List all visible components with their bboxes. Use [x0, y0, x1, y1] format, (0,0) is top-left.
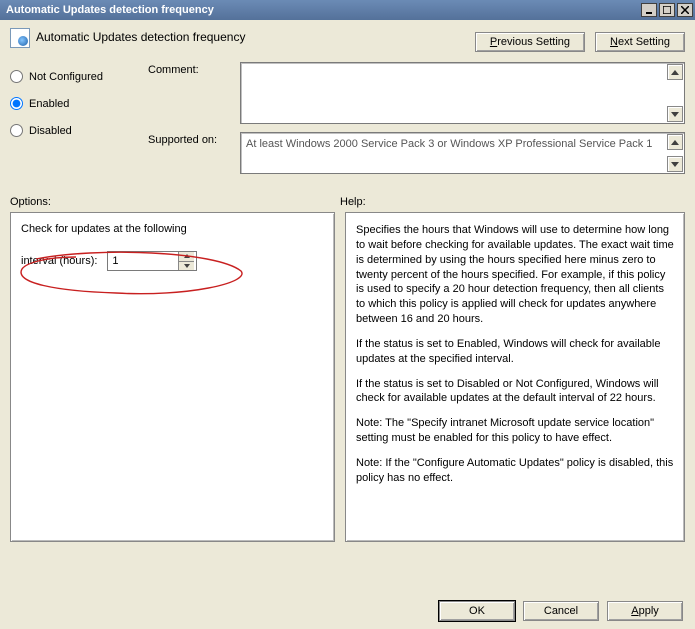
supported-scroll-up[interactable]	[667, 134, 683, 150]
help-section-label: Help:	[340, 196, 366, 208]
state-radio-group: Not Configured Enabled Disabled	[10, 62, 140, 182]
page-title: Automatic Updates detection frequency	[36, 28, 475, 44]
interval-label: interval (hours):	[21, 255, 97, 267]
help-paragraph: Specifies the hours that Windows will us…	[356, 223, 674, 327]
enabled-radio[interactable]	[10, 97, 23, 110]
supported-on-box: At least Windows 2000 Service Pack 3 or …	[240, 132, 685, 174]
comment-scroll-up[interactable]	[667, 64, 683, 80]
supported-scroll-down[interactable]	[667, 156, 683, 172]
next-setting-button[interactable]: Next Setting	[595, 32, 685, 52]
help-paragraph: Note: The "Specify intranet Microsoft up…	[356, 416, 674, 446]
policy-icon	[10, 28, 30, 48]
help-panel: Specifies the hours that Windows will us…	[345, 212, 685, 542]
interval-spinner[interactable]	[107, 251, 197, 271]
comment-label: Comment:	[148, 62, 240, 76]
previous-setting-label-rest: revious Setting	[497, 36, 570, 48]
not-configured-radio[interactable]	[10, 70, 23, 83]
maximize-button[interactable]	[659, 3, 675, 17]
close-button[interactable]	[677, 3, 693, 17]
options-panel: Check for updates at the following inter…	[10, 212, 335, 542]
minimize-button[interactable]	[641, 3, 657, 17]
disabled-radio[interactable]	[10, 124, 23, 137]
help-paragraph: If the status is set to Disabled or Not …	[356, 377, 674, 407]
comment-textarea[interactable]	[240, 62, 685, 124]
options-section-label: Options:	[10, 196, 340, 208]
interval-spin-up[interactable]	[178, 252, 194, 262]
interval-spin-down[interactable]	[178, 262, 194, 271]
enabled-label: Enabled	[29, 98, 69, 110]
cancel-button[interactable]: Cancel	[523, 601, 599, 621]
ok-button[interactable]: OK	[439, 601, 515, 621]
comment-scroll-down[interactable]	[667, 106, 683, 122]
supported-on-label: Supported on:	[148, 132, 240, 146]
window-title: Automatic Updates detection frequency	[6, 4, 641, 16]
interval-input[interactable]	[108, 252, 178, 270]
next-setting-label-rest: ext Setting	[618, 36, 670, 48]
options-heading: Check for updates at the following	[21, 223, 324, 235]
apply-button[interactable]: Apply	[607, 601, 683, 621]
apply-label-rest: pply	[639, 605, 659, 617]
help-paragraph: Note: If the "Configure Automatic Update…	[356, 456, 674, 486]
supported-on-value: At least Windows 2000 Service Pack 3 or …	[246, 138, 652, 150]
titlebar[interactable]: Automatic Updates detection frequency	[0, 0, 695, 20]
not-configured-label: Not Configured	[29, 71, 103, 83]
disabled-label: Disabled	[29, 125, 72, 137]
help-paragraph: If the status is set to Enabled, Windows…	[356, 337, 674, 367]
previous-setting-button[interactable]: Previous Setting	[475, 32, 585, 52]
